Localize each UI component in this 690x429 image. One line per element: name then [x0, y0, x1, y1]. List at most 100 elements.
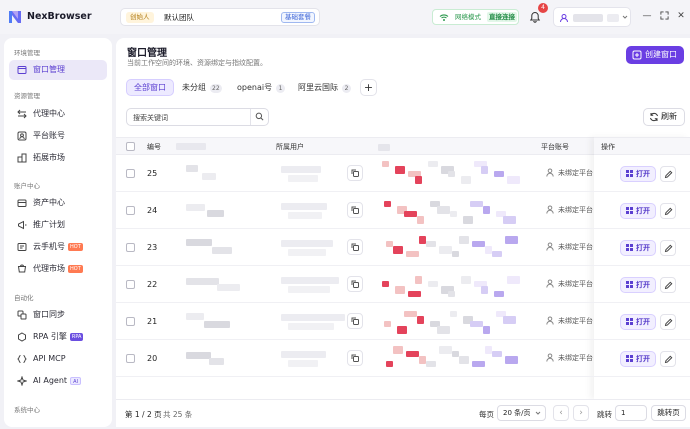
search-icon	[255, 112, 264, 121]
edit-button[interactable]	[660, 314, 676, 330]
wifi-icon	[439, 14, 449, 21]
total-count: 共 25 条	[163, 410, 193, 419]
row-checkbox[interactable]	[126, 206, 135, 215]
row-id: 22	[147, 280, 158, 289]
redacted-owner	[288, 286, 330, 293]
user-info-redacted	[607, 14, 619, 22]
edit-button[interactable]	[660, 240, 676, 256]
open-grid-icon	[626, 170, 633, 177]
copy-button[interactable]	[347, 202, 363, 218]
open-window-button[interactable]: 打开	[620, 314, 656, 330]
network-direct-badge: 直接连接	[487, 12, 517, 22]
sidebar-item-platform-accounts[interactable]: 平台账号	[9, 126, 107, 146]
redacted-window-name	[186, 165, 198, 172]
jump-page-button[interactable]: 跳转页	[651, 405, 686, 421]
tab-aliyun-intl[interactable]: 阿里云国际 2	[291, 79, 358, 96]
row-checkbox[interactable]	[126, 169, 135, 178]
create-window-button[interactable]: 创建窗口	[626, 46, 684, 64]
sidebar-item-window-sync[interactable]: 窗口同步	[9, 305, 107, 325]
sidebar-item-rpa-engine[interactable]: RPA 引擎 RPA	[9, 327, 107, 347]
sidebar: 环境管理 窗口管理 资源管理 代理中心 平台账号 拓展市场 账户中心 资产中心 …	[4, 38, 112, 427]
edit-button[interactable]	[660, 277, 676, 293]
table-row[interactable]: 24 未绑定平台 打开	[116, 192, 690, 229]
select-all-checkbox[interactable]	[126, 142, 135, 151]
redacted-fingerprint	[437, 206, 450, 214]
maximize-button[interactable]	[659, 11, 669, 21]
edit-button[interactable]	[660, 203, 676, 219]
app-logo-icon	[9, 11, 21, 23]
table-row[interactable]: 20 未绑定平台 打开	[116, 340, 690, 377]
jump-page-input[interactable]: 1	[615, 405, 647, 421]
edit-button[interactable]	[660, 166, 676, 182]
redacted-owner	[288, 175, 318, 182]
platform-account: 未绑定平台	[546, 242, 593, 252]
column-header-redacted	[176, 143, 206, 150]
tab-ungrouped[interactable]: 未分组 22	[175, 79, 229, 96]
per-page-select[interactable]: 20 条/页	[497, 405, 546, 421]
sidebar-item-proxy-market[interactable]: 代理市场 HOT	[9, 259, 107, 279]
open-window-button[interactable]: 打开	[620, 351, 656, 367]
open-window-button[interactable]: 打开	[620, 277, 656, 293]
sidebar-item-proxy-center[interactable]: 代理中心	[9, 104, 107, 124]
platform-status: 未绑定平台	[558, 317, 593, 325]
search-input[interactable]	[133, 112, 243, 123]
user-icon	[546, 353, 554, 362]
redacted-fingerprint	[417, 316, 424, 324]
refresh-label: 刷新	[661, 112, 677, 121]
tab-openai[interactable]: openai号 1	[230, 79, 292, 96]
sidebar-section-title: 环境管理	[14, 49, 40, 57]
table-row[interactable]: 23 未绑定平台 打开	[116, 229, 690, 266]
redacted-fingerprint	[415, 176, 422, 184]
open-window-button[interactable]: 打开	[620, 203, 656, 219]
app-name: NexBrowser	[27, 11, 92, 22]
bell-icon[interactable]	[529, 11, 541, 23]
edit-button[interactable]	[660, 351, 676, 367]
sidebar-item-asset-center[interactable]: 资产中心	[9, 193, 107, 213]
sidebar-item-ai-agent[interactable]: AI Agent AI	[9, 371, 107, 391]
redacted-fingerprint	[461, 276, 471, 284]
prev-page-button[interactable]: ‹	[553, 405, 569, 421]
column-header-redacted	[378, 144, 390, 151]
redacted-fingerprint	[483, 326, 490, 334]
copy-button[interactable]	[347, 165, 363, 181]
table-row[interactable]: 25 未绑定平台 打开	[116, 155, 690, 192]
redacted-fingerprint	[404, 211, 417, 217]
row-checkbox[interactable]	[126, 243, 135, 252]
copy-icon	[351, 280, 359, 288]
tab-label: 阿里云国际	[298, 83, 338, 92]
open-window-button[interactable]: 打开	[620, 240, 656, 256]
table-row[interactable]: 21 未绑定平台 打开	[116, 303, 690, 340]
copy-button[interactable]	[347, 350, 363, 366]
close-button[interactable]: ✕	[676, 11, 686, 21]
copy-button[interactable]	[347, 276, 363, 292]
redacted-fingerprint	[481, 166, 488, 174]
row-checkbox[interactable]	[126, 280, 135, 289]
platform-status: 未绑定平台	[558, 243, 593, 251]
next-page-button[interactable]: ›	[573, 405, 589, 421]
table-row[interactable]: 22 未绑定平台 打开	[116, 266, 690, 303]
network-mode[interactable]: 网络模式 直接连接	[432, 9, 519, 25]
refresh-button[interactable]: 刷新	[643, 108, 685, 126]
tab-all-windows[interactable]: 全部窗口	[126, 79, 174, 96]
minimize-button[interactable]: —	[642, 11, 652, 21]
redacted-fingerprint	[404, 311, 417, 317]
copy-button[interactable]	[347, 313, 363, 329]
sidebar-item-promotion[interactable]: 推广计划	[9, 215, 107, 235]
account-icon	[17, 131, 27, 141]
platform-status: 未绑定平台	[558, 354, 593, 362]
team-switcher[interactable]: 创始人 默认团队 基础套餐	[120, 8, 320, 26]
open-window-button[interactable]: 打开	[620, 166, 656, 182]
copy-button[interactable]	[347, 239, 363, 255]
row-checkbox[interactable]	[126, 354, 135, 363]
page-subtitle: 当前工作空间的环境、资源绑定与指纹配置。	[127, 59, 267, 67]
sidebar-item-cloud-phone[interactable]: 云手机号 HOT	[9, 237, 107, 257]
sidebar-item-window-management[interactable]: 窗口管理	[9, 60, 107, 80]
row-checkbox[interactable]	[126, 317, 135, 326]
add-tab-button[interactable]: +	[360, 79, 377, 96]
user-menu[interactable]	[553, 7, 631, 27]
sidebar-item-extension-market[interactable]: 拓展市场	[9, 148, 107, 168]
sidebar-item-api-mcp[interactable]: API MCP	[9, 349, 107, 369]
search-button[interactable]	[250, 109, 268, 125]
redacted-owner	[281, 277, 339, 284]
redacted-fingerprint	[461, 176, 471, 184]
